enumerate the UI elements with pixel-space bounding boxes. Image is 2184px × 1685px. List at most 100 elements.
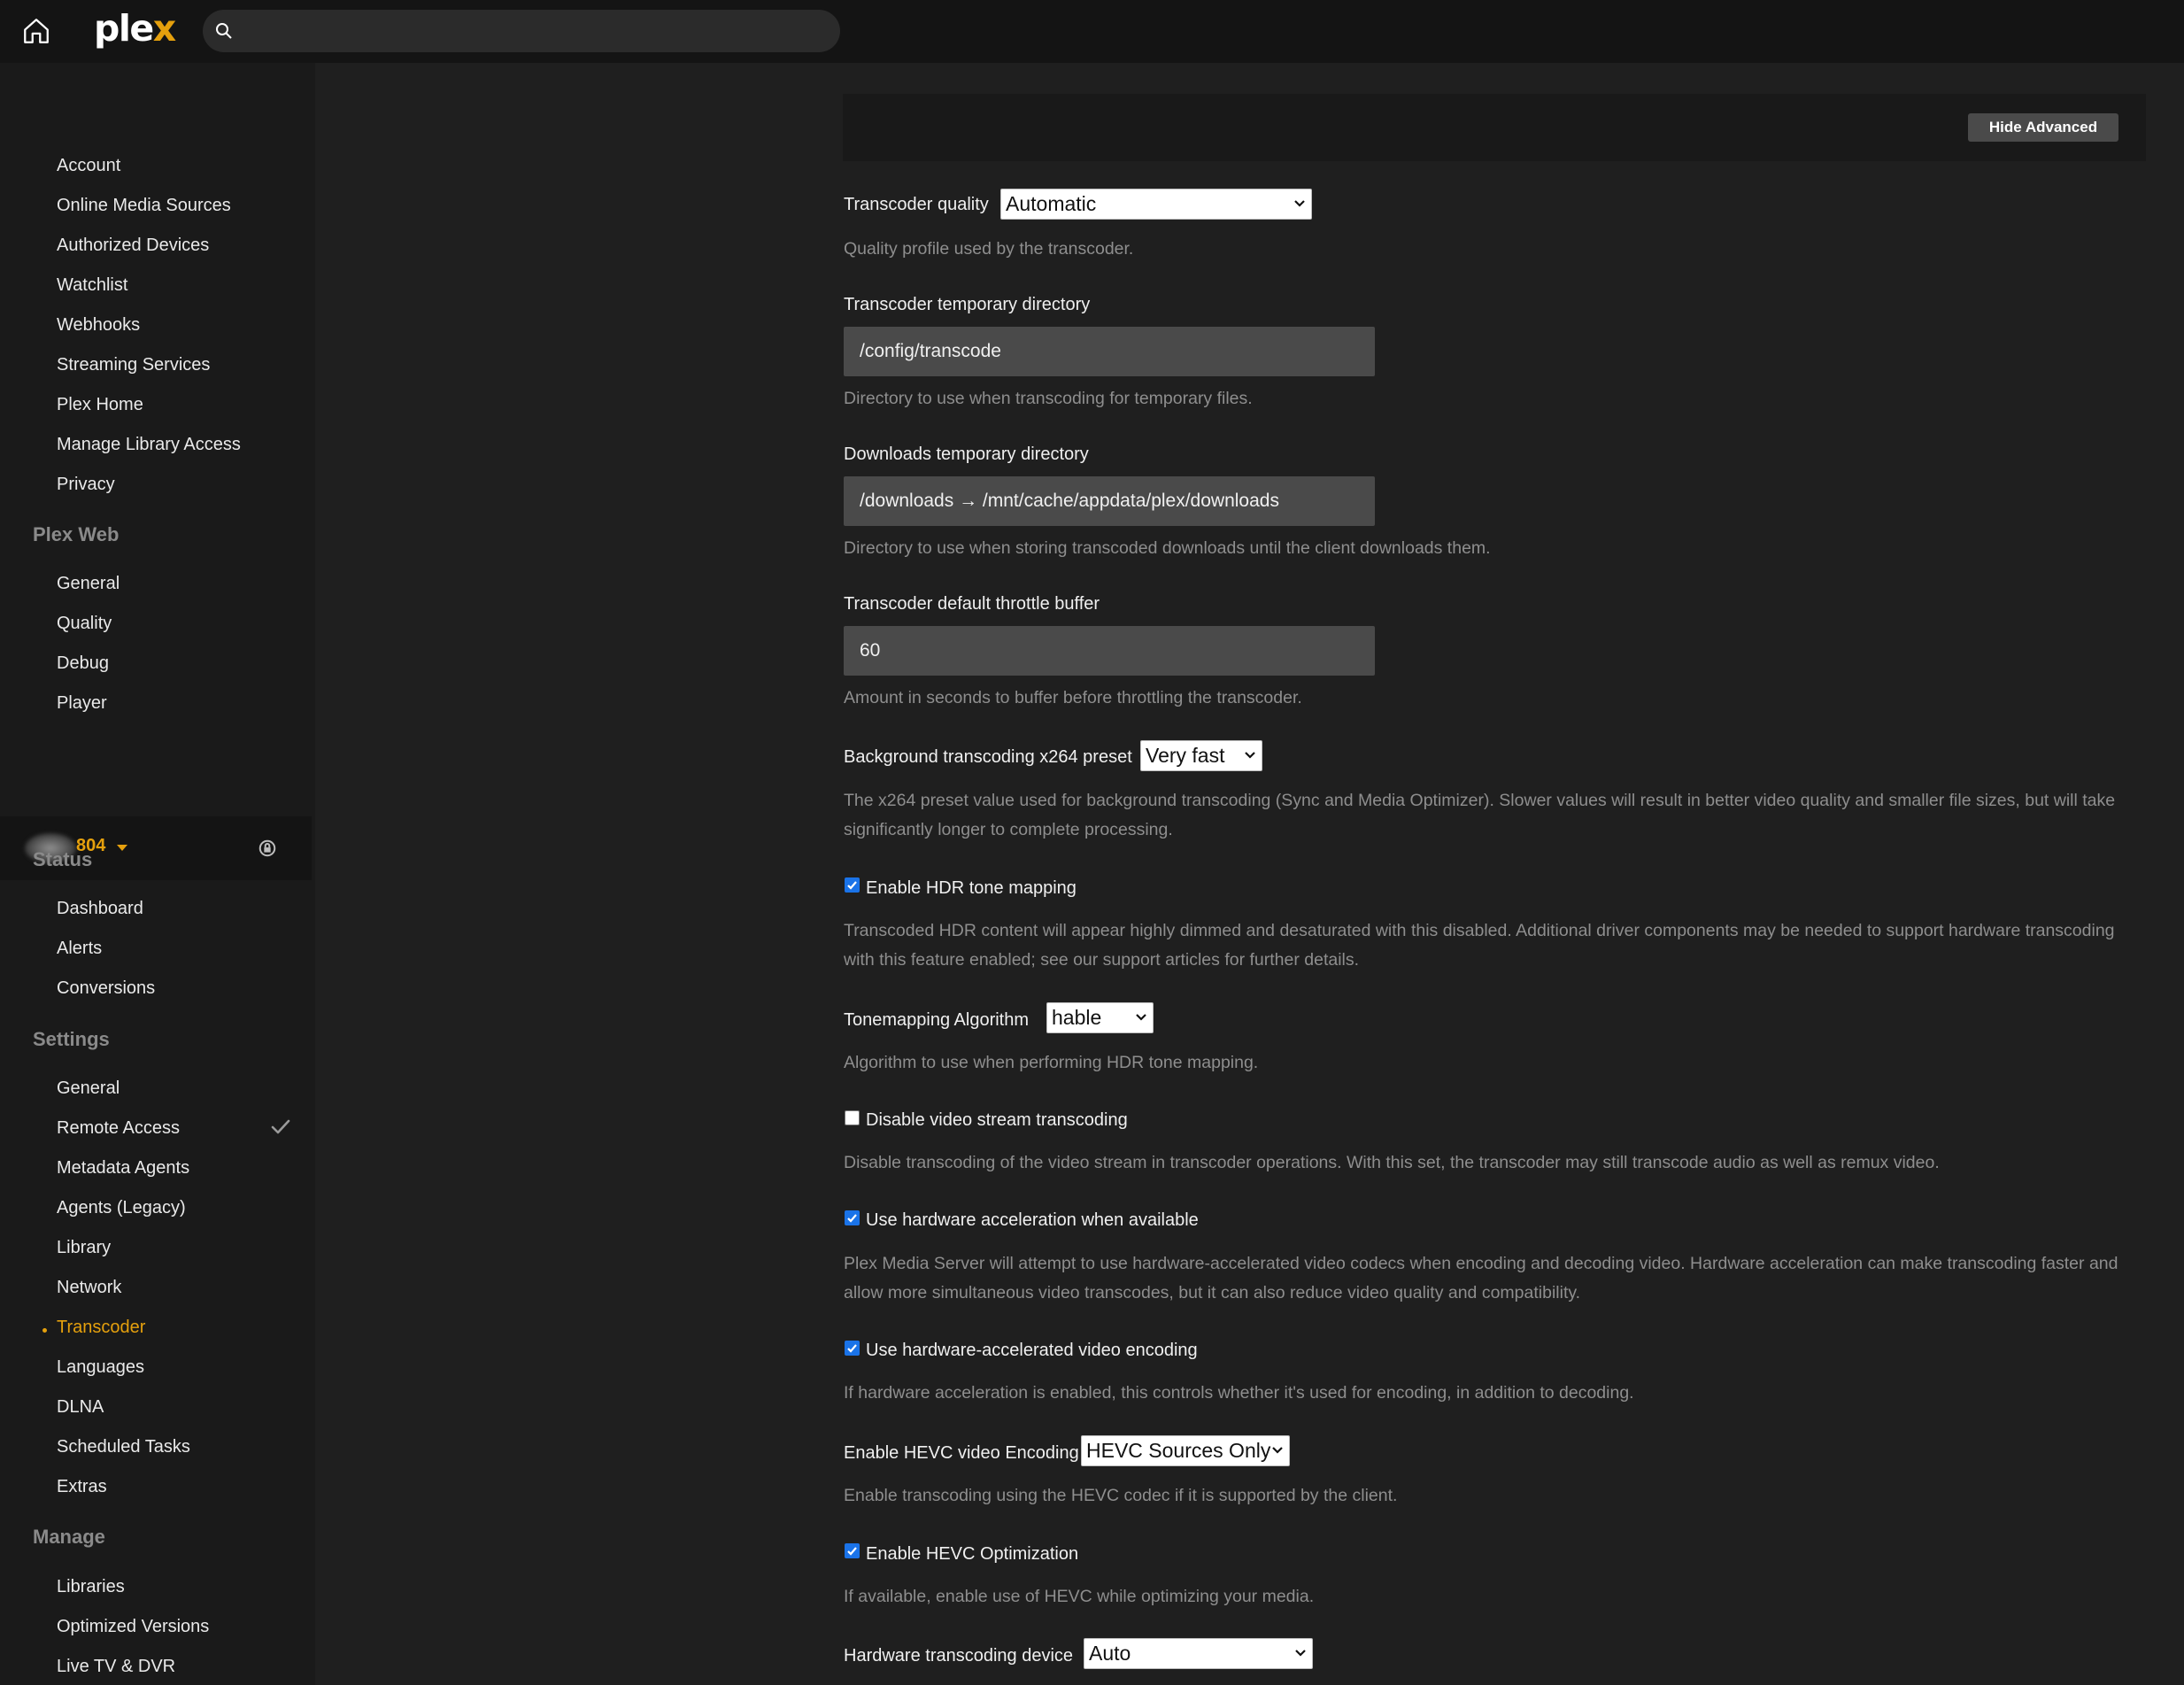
sidebar-item-metadata-agents[interactable]: Metadata Agents (57, 1158, 189, 1179)
checkmark-icon (847, 1214, 857, 1223)
hw-accel-checkbox[interactable] (845, 1210, 860, 1225)
search-input[interactable] (247, 10, 822, 52)
chevron-down-icon (1294, 200, 1305, 207)
sidebar-item-web-player[interactable]: Player (57, 693, 107, 714)
disable-video-checkbox[interactable] (845, 1110, 860, 1125)
lock-icon[interactable] (258, 839, 277, 858)
home-icon (24, 19, 49, 43)
tonemap-algo-label: Tonemapping Algorithm (844, 1010, 1030, 1030)
hw-encoding-checkbox[interactable] (845, 1341, 860, 1356)
sidebar: Account Online Media Sources Authorized … (0, 63, 315, 1685)
sidebar-header-plex-web: Plex Web (33, 523, 120, 545)
sidebar-item-transcoder[interactable]: Transcoder (57, 1318, 145, 1338)
sidebar-header-settings: Settings (33, 1028, 110, 1050)
hw-accel-label: Use hardware acceleration when available (866, 1210, 1199, 1230)
downloads-dir-input[interactable] (844, 476, 1375, 526)
sidebar-item-web-debug[interactable]: Debug (57, 653, 109, 674)
hw-device-label: Hardware transcoding device (844, 1646, 1074, 1666)
transcoder-quality-select[interactable]: Automatic (1000, 189, 1312, 220)
check-icon (271, 1119, 290, 1134)
sidebar-item-remote-access[interactable]: Remote Access (57, 1118, 180, 1139)
sidebar-item-authorized-devices[interactable]: Authorized Devices (57, 236, 209, 256)
x264-preset-help: The x264 preset value used for backgroun… (844, 791, 2116, 839)
chevron-down-icon (1295, 1650, 1306, 1657)
sidebar-item-settings-general[interactable]: General (57, 1078, 120, 1099)
sidebar-item-optimized-versions[interactable]: Optimized Versions (57, 1617, 209, 1637)
sidebar-item-online-media-sources[interactable]: Online Media Sources (57, 196, 231, 216)
temp-dir-input[interactable] (844, 327, 1375, 376)
sidebar-item-account[interactable]: Account (57, 156, 120, 176)
hevc-opt-label: Enable HEVC Optimization (866, 1544, 1079, 1564)
logo-x: x (152, 7, 176, 50)
x264-preset-select[interactable]: Very fast (1140, 740, 1262, 771)
sidebar-item-web-general[interactable]: General (57, 574, 120, 594)
search-bar[interactable] (203, 10, 840, 52)
sidebar-header-status: Status (33, 848, 93, 870)
sidebar-item-dlna[interactable]: DLNA (57, 1397, 104, 1418)
sidebar-item-scheduled-tasks[interactable]: Scheduled Tasks (57, 1437, 190, 1457)
sidebar-item-network[interactable]: Network (57, 1278, 121, 1298)
sidebar-item-dashboard[interactable]: Dashboard (57, 899, 143, 919)
tonemap-algo-help: Algorithm to use when performing HDR ton… (844, 1053, 1259, 1072)
sidebar-item-plex-home[interactable]: Plex Home (57, 395, 143, 415)
transcoder-quality-label: Transcoder quality (844, 195, 989, 214)
throttle-label: Transcoder default throttle buffer (844, 594, 1100, 614)
hevc-encoding-select[interactable]: HEVC Sources Only (1081, 1435, 1290, 1466)
home-button[interactable] (19, 14, 53, 48)
sidebar-item-streaming-services[interactable]: Streaming Services (57, 355, 210, 375)
sidebar-item-webhooks[interactable]: Webhooks (57, 315, 140, 336)
x264-preset-value: Very fast (1146, 744, 1225, 767)
sidebar-item-alerts[interactable]: Alerts (57, 939, 102, 959)
hevc-opt-checkbox[interactable] (845, 1543, 860, 1558)
top-bar: plex (0, 0, 2184, 63)
hw-encoding-label: Use hardware-accelerated video encoding (866, 1341, 1198, 1360)
transcoder-quality-help: Quality profile used by the transcoder. (844, 239, 1134, 259)
hevc-encoding-help: Enable transcoding using the HEVC codec … (844, 1486, 1398, 1505)
sidebar-item-live-tv-dvr[interactable]: Live TV & DVR (57, 1657, 175, 1677)
hw-encoding-help: If hardware acceleration is enabled, thi… (844, 1383, 1634, 1403)
chevron-down-icon (1245, 752, 1255, 759)
hide-advanced-button[interactable]: Hide Advanced (1968, 113, 2118, 142)
sidebar-item-privacy[interactable]: Privacy (57, 475, 115, 495)
checkmark-icon (847, 881, 857, 890)
sidebar-item-web-quality[interactable]: Quality (57, 614, 112, 634)
sidebar-item-agents-legacy[interactable]: Agents (Legacy) (57, 1198, 186, 1218)
chevron-down-icon (1272, 1447, 1283, 1454)
sidebar-header-manage: Manage (33, 1526, 105, 1548)
checkmark-icon (847, 1344, 857, 1353)
x264-preset-label: Background transcoding x264 preset (844, 747, 1132, 767)
sidebar-item-libraries[interactable]: Libraries (57, 1577, 125, 1597)
sidebar-item-manage-library-access[interactable]: Manage Library Access (57, 435, 241, 455)
downloads-dir-label: Downloads temporary directory (844, 444, 1089, 464)
hw-accel-help: Plex Media Server will attempt to use ha… (844, 1254, 2118, 1302)
search-icon (216, 23, 232, 39)
disable-video-label: Disable video stream transcoding (866, 1110, 1128, 1130)
downloads-dir-help: Directory to use when storing transcoded… (844, 538, 1491, 558)
transcoder-quality-value: Automatic (1006, 192, 1097, 215)
hw-device-value: Auto (1089, 1642, 1131, 1665)
sidebar-item-extras[interactable]: Extras (57, 1477, 107, 1497)
tonemap-algo-select[interactable]: hable (1046, 1002, 1154, 1033)
hevc-encoding-label: Enable HEVC video Encoding (844, 1443, 1079, 1463)
temp-dir-help: Directory to use when transcoding for te… (844, 389, 1253, 408)
advanced-toolbar (843, 94, 2146, 161)
temp-dir-label: Transcoder temporary directory (844, 295, 1091, 314)
hevc-opt-help: If available, enable use of HEVC while o… (844, 1587, 1315, 1606)
throttle-help: Amount in seconds to buffer before throt… (844, 688, 1302, 707)
sidebar-item-watchlist[interactable]: Watchlist (57, 275, 127, 296)
chevron-down-icon (1136, 1014, 1146, 1021)
logo-text: ple (94, 7, 154, 50)
sidebar-item-library[interactable]: Library (57, 1238, 111, 1258)
hdr-tone-checkbox[interactable] (845, 877, 860, 893)
sidebar-item-languages[interactable]: Languages (57, 1357, 144, 1378)
hdr-tone-label: Enable HDR tone mapping (866, 878, 1077, 898)
plex-logo[interactable]: plex (94, 7, 176, 50)
hdr-tone-help: Transcoded HDR content will appear highl… (844, 921, 2115, 970)
throttle-input[interactable] (844, 626, 1375, 676)
disable-video-help: Disable transcoding of the video stream … (844, 1153, 1940, 1172)
tonemap-algo-value: hable (1052, 1006, 1102, 1029)
sidebar-item-conversions[interactable]: Conversions (57, 978, 155, 999)
hw-device-select[interactable]: Auto (1084, 1638, 1313, 1669)
caret-down-icon (117, 845, 127, 851)
checkmark-icon (847, 1547, 857, 1556)
